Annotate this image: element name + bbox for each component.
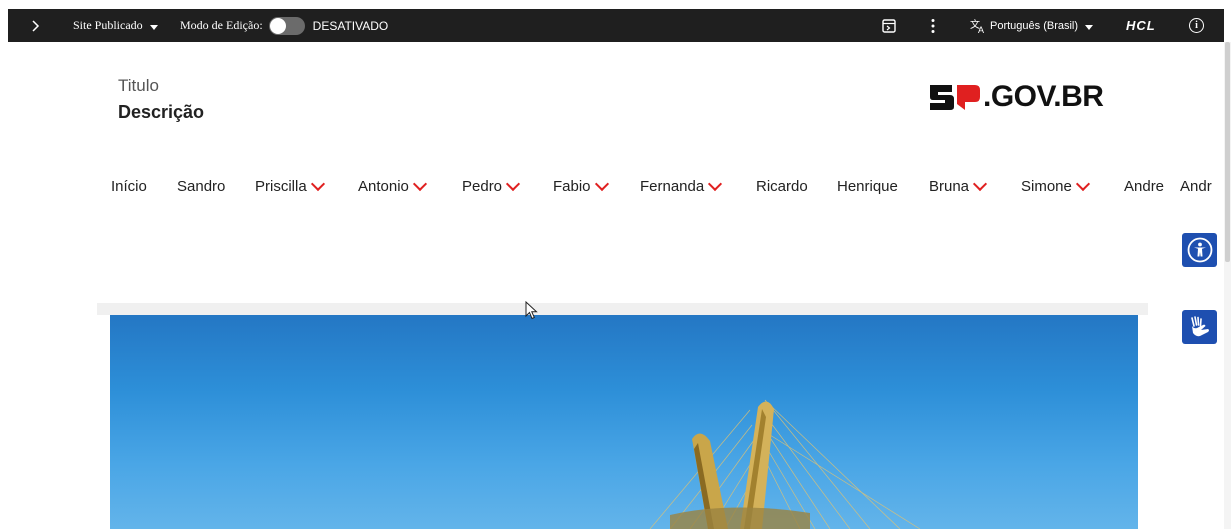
nav-item-label: Priscilla bbox=[255, 177, 307, 195]
nav-item-label: Andre bbox=[1124, 177, 1165, 195]
chevron-down-icon bbox=[1075, 176, 1090, 192]
mouse-cursor-icon bbox=[525, 301, 538, 320]
accessibility-icon bbox=[1187, 237, 1212, 263]
page-description: Descrição bbox=[118, 102, 205, 122]
nav-item-pedro[interactable]: Pedro bbox=[462, 172, 521, 200]
nav-item-label: Pedro bbox=[462, 177, 503, 195]
language-label: Português (Brasil) bbox=[990, 19, 1079, 32]
hcl-logo: HCL bbox=[1126, 9, 1156, 42]
nav-item-fernanda[interactable]: Fernanda bbox=[640, 172, 723, 200]
edit-mode-state: DESATIVADO bbox=[312, 18, 389, 33]
nav-item-label: Sandro bbox=[177, 177, 226, 195]
nav-item-priscilla[interactable]: Priscilla bbox=[255, 172, 325, 200]
page-title: Titulo bbox=[118, 76, 159, 95]
scrollbar-thumb[interactable] bbox=[1225, 42, 1230, 262]
chevron-down-icon bbox=[708, 176, 723, 192]
toggle-knob bbox=[269, 17, 286, 34]
nav-item-andre[interactable]: Andre bbox=[1124, 172, 1164, 200]
site-status-label: Site Publicado bbox=[73, 18, 143, 32]
chevron-right-icon bbox=[32, 19, 40, 32]
logo-text: .GOV.BR bbox=[983, 80, 1104, 113]
chevron-down-icon bbox=[412, 176, 427, 192]
caret-down-icon bbox=[149, 24, 158, 30]
nav-item-sandro[interactable]: Sandro bbox=[177, 172, 225, 200]
panel-icon bbox=[882, 18, 896, 33]
sp-gov-logo[interactable]: .GOV.BR bbox=[928, 80, 1104, 114]
nav-item-andr[interactable]: Andr bbox=[1180, 172, 1224, 200]
nav-item-label: Início bbox=[111, 177, 147, 195]
hero-image bbox=[97, 303, 1148, 529]
edit-mode-toggle[interactable] bbox=[268, 16, 305, 35]
nav-item-antonio[interactable]: Antonio bbox=[358, 172, 427, 200]
chevron-down-icon bbox=[594, 176, 609, 192]
sp-logo-mark bbox=[930, 85, 980, 110]
nav-item-henrique[interactable]: Henrique bbox=[837, 172, 898, 200]
nav-item-bruna[interactable]: Bruna bbox=[929, 172, 988, 200]
nav-item-inicio[interactable]: Início bbox=[111, 172, 147, 200]
nav-item-simone[interactable]: Simone bbox=[1021, 172, 1090, 200]
hero-photo-bridge bbox=[110, 315, 1138, 529]
top-toolbar: Site Publicado Modo de Edição: DESATIVAD… bbox=[8, 9, 1224, 42]
sign-language-button[interactable] bbox=[1182, 310, 1217, 344]
nav-item-label: Fabio bbox=[553, 177, 591, 195]
more-vertical-icon bbox=[931, 18, 935, 33]
nav-item-label: Henrique bbox=[837, 177, 898, 195]
cable-stayed-bridge-graphic bbox=[649, 399, 921, 529]
caret-down-icon bbox=[1085, 24, 1094, 30]
info-icon: i bbox=[1189, 18, 1204, 33]
nav-item-label: Antonio bbox=[358, 177, 409, 195]
more-menu-button[interactable] bbox=[930, 9, 936, 42]
svg-text:A: A bbox=[978, 25, 984, 33]
edit-mode-label: Modo de Edição: bbox=[180, 18, 263, 32]
expand-button[interactable] bbox=[30, 9, 40, 42]
info-button[interactable]: i bbox=[1189, 9, 1204, 42]
chevron-down-icon bbox=[505, 176, 521, 192]
language-selector[interactable]: 文A Português (Brasil) bbox=[970, 9, 1094, 42]
accessibility-button[interactable] bbox=[1182, 233, 1217, 267]
chevron-down-icon bbox=[310, 176, 325, 192]
edit-mode-group: Modo de Edição: DESATIVADO bbox=[180, 9, 388, 42]
nav-item-fabio[interactable]: Fabio bbox=[553, 172, 609, 200]
nav-item-ricardo[interactable]: Ricardo bbox=[756, 172, 808, 200]
translate-icon: 文A bbox=[970, 19, 984, 33]
chevron-down-icon bbox=[972, 176, 988, 192]
nav-item-label: Bruna bbox=[929, 177, 970, 195]
sign-language-icon bbox=[1190, 316, 1209, 337]
page-panel-button[interactable] bbox=[882, 9, 896, 42]
main-nav: Início Sandro Priscilla Antonio Pedro Fa… bbox=[0, 172, 1231, 200]
hcl-logo-text: HCL bbox=[1126, 18, 1156, 33]
nav-item-label: Fernanda bbox=[640, 177, 705, 195]
site-status-dropdown[interactable]: Site Publicado bbox=[73, 9, 158, 42]
nav-item-label: Andr bbox=[1180, 177, 1212, 195]
nav-item-label: Ricardo bbox=[756, 177, 808, 195]
nav-item-label: Simone bbox=[1021, 177, 1072, 195]
